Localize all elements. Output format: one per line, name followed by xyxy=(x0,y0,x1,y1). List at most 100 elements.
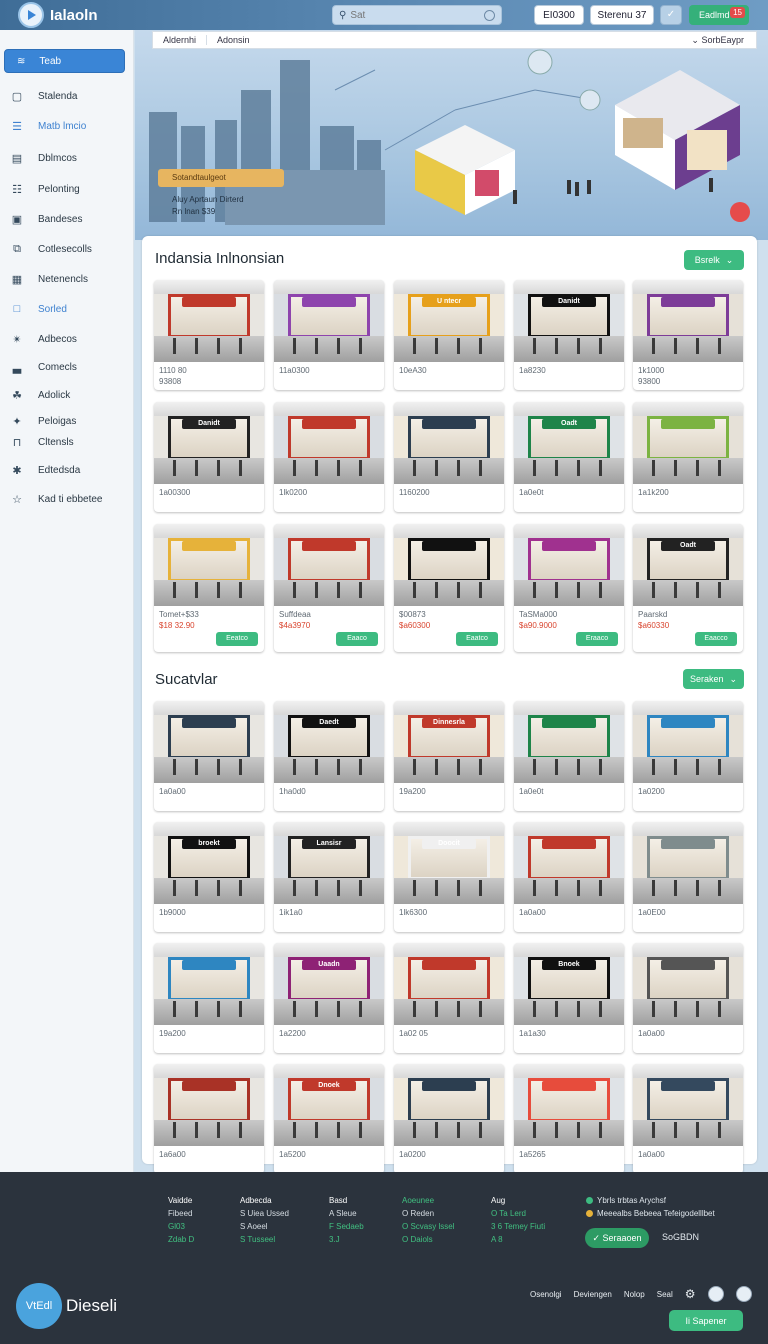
store-card[interactable]: 1a1k200 xyxy=(633,402,743,512)
store-card[interactable]: 1a0200 xyxy=(633,701,743,811)
sidebar-item[interactable]: ☷ Pelonting xyxy=(10,183,80,196)
footer-link[interactable]: S Uiea Ussed xyxy=(240,1207,289,1220)
footer-link[interactable]: 3.J xyxy=(329,1233,364,1246)
store-card[interactable]: 1a0E00 xyxy=(633,822,743,932)
store-card[interactable]: 19a200 xyxy=(154,943,264,1053)
footer-link[interactable]: Zdab D xyxy=(168,1233,194,1246)
store-card[interactable]: Daedt 1ha0d0 xyxy=(274,701,384,811)
store-card[interactable]: Uaadn 1a2200 xyxy=(274,943,384,1053)
footer-link[interactable]: Aoeunee xyxy=(402,1194,454,1207)
header-button-2[interactable]: Sterenu 37 xyxy=(590,5,654,25)
store-card[interactable]: 1a0a00 xyxy=(633,943,743,1053)
footer-link[interactable]: O Scvasy lssel xyxy=(402,1220,454,1233)
sidebar-item[interactable]: ▤ Dblmcos xyxy=(10,152,77,165)
store-card[interactable]: 1a02 05 xyxy=(394,943,504,1053)
footer-link[interactable]: S Tusseel xyxy=(240,1233,289,1246)
footer-link[interactable]: Vaidde xyxy=(168,1194,194,1207)
store-card[interactable]: 1lk0200 xyxy=(274,402,384,512)
store-card[interactable]: Danidt 1a8230 xyxy=(514,280,624,390)
footer-link[interactable]: Fibeed xyxy=(168,1207,194,1220)
sidebar-item-active[interactable]: ≋ Teab xyxy=(4,49,125,73)
store-card[interactable]: $00873 $a60300 Eaatco xyxy=(394,524,504,652)
buy-button[interactable]: Eaatco xyxy=(456,632,498,646)
footer-bottom-link[interactable]: Osenolgi xyxy=(530,1290,562,1299)
store-card[interactable]: Dnoek 1a5200 xyxy=(274,1064,384,1174)
buy-button[interactable]: Eraaco xyxy=(576,632,618,646)
footer-link[interactable]: Aug xyxy=(491,1194,545,1207)
store-card[interactable]: 1a6a00 xyxy=(154,1064,264,1174)
sidebar-item[interactable]: ⧉ Cotlesecolls xyxy=(10,243,92,256)
buy-button[interactable]: Eaaco xyxy=(336,632,378,646)
settings-icon[interactable]: ⚙ xyxy=(685,1287,696,1301)
footer-link[interactable]: Basd xyxy=(329,1194,364,1207)
store-card[interactable]: Suffdeaa $4a3970 Eaaco xyxy=(274,524,384,652)
footer-link[interactable]: 3 6 Temey Fiuti xyxy=(491,1220,545,1233)
sidebar-item[interactable]: □ Sorled xyxy=(10,303,67,315)
card-code: 1a0a00 xyxy=(638,1150,665,1159)
sidebar-item[interactable]: ⊓ Cltensls xyxy=(10,436,74,449)
store-card[interactable]: Bnoek 1a1a30 xyxy=(514,943,624,1053)
footer-bottom-link[interactable]: Deviengen xyxy=(574,1290,612,1299)
store-card[interactable]: broekt 1b9000 xyxy=(154,822,264,932)
breadcrumb-item-2[interactable]: Adonsin xyxy=(207,35,260,45)
clear-icon[interactable] xyxy=(484,10,495,21)
search-box[interactable]: ⚲ xyxy=(332,5,502,25)
sidebar-item[interactable]: ☘ Adolick xyxy=(10,389,70,402)
sidebar-item[interactable]: ▃ Comecls xyxy=(10,361,77,374)
store-card[interactable]: 1k1000 93800 xyxy=(633,280,743,390)
footer-bottom-link[interactable]: Nolop xyxy=(624,1290,645,1299)
footer-link[interactable]: A 8 xyxy=(491,1233,545,1246)
footer-link[interactable]: O Ta Lerd xyxy=(491,1207,545,1220)
footer-link[interactable]: Gl03 xyxy=(168,1220,194,1233)
store-card[interactable]: 11a0300 xyxy=(274,280,384,390)
footer-link[interactable]: O Daiols xyxy=(402,1233,454,1246)
sidebar-item[interactable]: ✴ Adbecos xyxy=(10,333,77,346)
sort-dropdown[interactable]: ⌄ SorbEaypr xyxy=(691,35,744,46)
store-card[interactable]: 1a0200 xyxy=(394,1064,504,1174)
header-button-1[interactable]: EI0300 xyxy=(534,5,584,25)
check-icon[interactable]: ✓ xyxy=(660,5,682,25)
sidebar-item[interactable]: ▢ Stalenda xyxy=(10,90,78,103)
store-card[interactable]: 1a0e0t xyxy=(514,701,624,811)
store-card[interactable]: Lansisr 1ik1a0 xyxy=(274,822,384,932)
sidebar-item[interactable]: ▦ Netenencls xyxy=(10,273,88,286)
footer-link[interactable]: F Sedaeb xyxy=(329,1220,364,1233)
avatar[interactable] xyxy=(735,1286,752,1302)
store-card[interactable]: Oadt 1a0e0t xyxy=(514,402,624,512)
section-2-button[interactable]: Seraken ⌄ xyxy=(683,669,744,689)
footer-bottom-link[interactable]: Seal xyxy=(657,1290,673,1299)
store-card[interactable]: Tomet+$33 $18 32.90 Eeatco xyxy=(154,524,264,652)
store-card[interactable]: 1160200 xyxy=(394,402,504,512)
store-card[interactable]: Danidt 1a00300 xyxy=(154,402,264,512)
buy-button[interactable]: Eaacco xyxy=(695,632,737,646)
store-card[interactable]: TaSMa000 $a90.9000 Eraaco xyxy=(514,524,624,652)
sidebar-item[interactable]: ☰ Matb lmcio xyxy=(10,120,86,133)
store-card[interactable]: Oadt Paarskd $a60330 Eaacco xyxy=(633,524,743,652)
store-card[interactable]: Dinnesrla 19a200 xyxy=(394,701,504,811)
section-1-button[interactable]: Bsrelk ⌄ xyxy=(684,250,744,270)
footer-link[interactable]: S Aoeel xyxy=(240,1220,289,1233)
footer-logo[interactable]: VtEdl Dieseli xyxy=(16,1283,117,1329)
store-card[interactable]: 1110 80 93808 xyxy=(154,280,264,390)
store-card[interactable]: 1a0a00 xyxy=(514,822,624,932)
search-input[interactable] xyxy=(350,9,471,21)
app-logo[interactable]: Ialaoln xyxy=(18,2,98,28)
sidebar-item[interactable]: ✱ Edtedsda xyxy=(10,464,80,477)
subscribe-button[interactable]: ✓ Seraaoen xyxy=(585,1228,649,1248)
breadcrumb-item-1[interactable]: Aldernhi xyxy=(153,35,208,45)
sidebar-item[interactable]: ▣ Bandeses xyxy=(10,213,83,226)
header-primary-button[interactable]: Eadlmd 15 xyxy=(689,5,749,25)
store-card[interactable]: 1a0a00 xyxy=(154,701,264,811)
footer-link[interactable]: O Reden xyxy=(402,1207,454,1220)
store-card[interactable]: 1a5265 xyxy=(514,1064,624,1174)
sidebar-item[interactable]: ✦ Peloigas xyxy=(10,415,76,428)
buy-button[interactable]: Eeatco xyxy=(216,632,258,646)
store-card[interactable]: Doocit 1lk6300 xyxy=(394,822,504,932)
footer-link[interactable]: A Sleue xyxy=(329,1207,364,1220)
sidebar-item[interactable]: ☆ Kad ti ebbetee xyxy=(10,493,102,506)
store-card[interactable]: U ntecr 10eA30 xyxy=(394,280,504,390)
store-card[interactable]: 1a0a00 xyxy=(633,1064,743,1174)
avatar[interactable] xyxy=(707,1286,724,1302)
footer-action-button[interactable]: Ii Sapener xyxy=(669,1310,743,1331)
footer-link[interactable]: Adbecda xyxy=(240,1194,289,1207)
